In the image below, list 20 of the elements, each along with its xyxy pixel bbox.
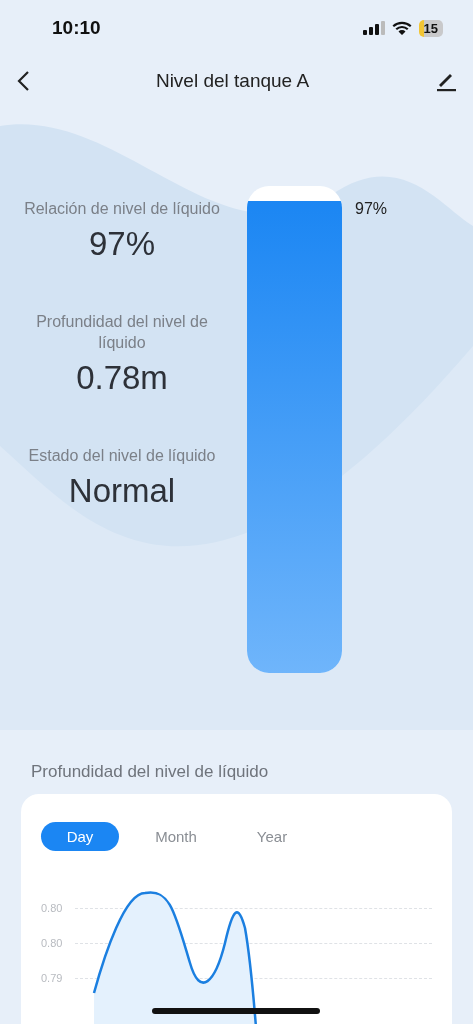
axis-tick-label: 0.80 (41, 937, 64, 949)
tank-percentage: 97% (355, 200, 388, 219)
metric-label: Relación de nivel de líquido (23, 199, 221, 219)
battery-level: 15 (418, 19, 443, 37)
axis-tick-label: 0.80 (41, 902, 64, 914)
metric-label: Estado del nivel de líquido (27, 446, 217, 466)
metric-value: 0.78m (76, 359, 168, 397)
period-tab[interactable]: Month (137, 822, 215, 851)
page-title: Nivel del tanque A (155, 70, 310, 92)
metric-value: 97% (88, 225, 156, 263)
back-button[interactable] (16, 70, 30, 92)
period-tab[interactable]: Day (41, 822, 119, 851)
axis-tick-label: 0.79 (41, 972, 64, 984)
section-title: Profundidad del nivel de líquido (31, 762, 270, 782)
signal-icon (362, 21, 385, 35)
period-tab[interactable]: Year (233, 822, 311, 851)
status-time: 10:10 (52, 17, 101, 39)
wifi-icon (391, 21, 412, 35)
metric-value: Normal (68, 472, 176, 510)
metric-label: Profundidad del nivel de líquido (35, 312, 209, 353)
